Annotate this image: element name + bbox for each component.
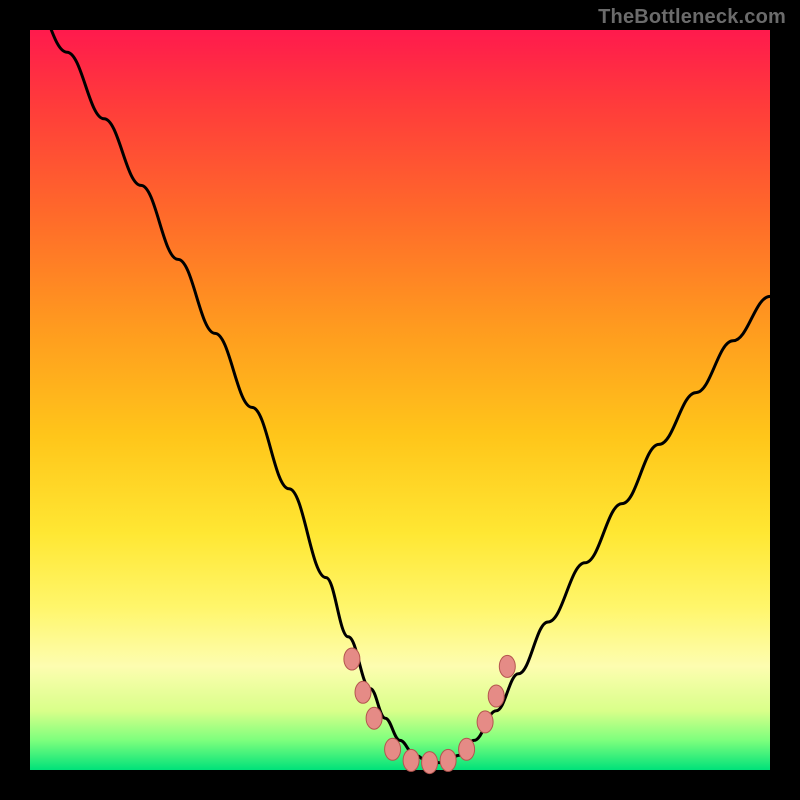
curve-marker bbox=[422, 752, 438, 774]
watermark-text: TheBottleneck.com bbox=[598, 6, 786, 29]
curve-marker bbox=[488, 685, 504, 707]
curve-marker bbox=[366, 707, 382, 729]
curve-marker bbox=[344, 648, 360, 670]
curve-marker bbox=[440, 749, 456, 771]
curve-marker bbox=[385, 738, 401, 760]
curve-marker bbox=[355, 681, 371, 703]
curve-marker bbox=[477, 711, 493, 733]
chart-svg bbox=[30, 30, 770, 770]
plot-area bbox=[30, 30, 770, 770]
curve-marker bbox=[403, 749, 419, 771]
curve-marker bbox=[499, 655, 515, 677]
bottleneck-curve bbox=[30, 0, 770, 763]
chart-frame: TheBottleneck.com bbox=[0, 0, 800, 800]
curve-marker bbox=[459, 738, 475, 760]
curve-markers bbox=[344, 648, 515, 774]
